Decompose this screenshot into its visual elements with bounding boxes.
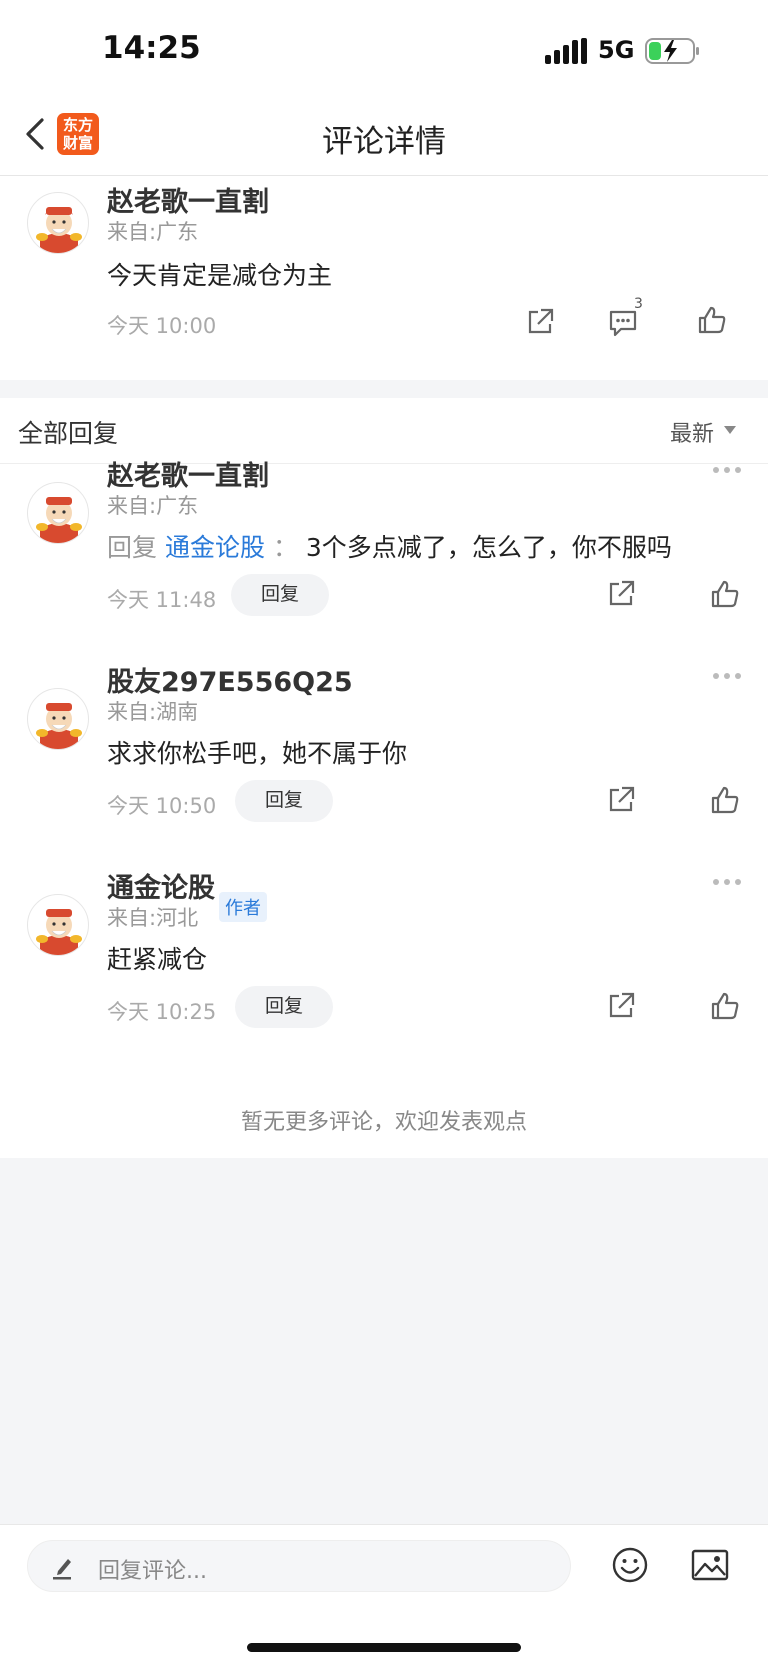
nav-header: 东方 财富 评论详情 <box>0 98 768 176</box>
reply-input[interactable]: 回复评论... <box>27 1540 571 1592</box>
page-title: 评论详情 <box>322 124 446 160</box>
reply-separator: ： <box>272 533 298 562</box>
reply-input-placeholder: 回复评论... <box>98 1559 207 1584</box>
caishen-avatar-icon <box>36 497 82 543</box>
location: 来自:广东 <box>107 494 199 518</box>
home-indicator[interactable] <box>247 1643 521 1652</box>
share-icon[interactable] <box>605 578 637 610</box>
signal-icon <box>545 38 587 64</box>
emoji-icon[interactable] <box>611 1546 649 1584</box>
like-icon[interactable] <box>709 990 741 1022</box>
comment-time: 今天 10:00 <box>107 314 217 338</box>
share-icon[interactable] <box>524 306 556 338</box>
location: 来自:湖南 <box>107 700 199 724</box>
more-options-icon[interactable] <box>712 878 742 886</box>
share-icon[interactable] <box>605 990 637 1022</box>
more-options-icon[interactable] <box>712 466 742 474</box>
reply-time: 今天 11:48 <box>107 588 217 612</box>
replies-title: 全部回复 <box>18 419 119 448</box>
username[interactable]: 股友297E556Q25 <box>107 660 353 699</box>
username[interactable]: 通金论股 <box>107 866 215 905</box>
share-icon[interactable] <box>605 784 637 816</box>
reply-button[interactable]: 回复 <box>231 574 329 616</box>
more-options-icon[interactable] <box>712 672 742 680</box>
avatar[interactable] <box>27 894 89 956</box>
username[interactable]: 赵老歌一直割 <box>107 454 269 493</box>
reply-content: 求求你松手吧，她不属于你 <box>107 739 408 768</box>
author-badge: 作者 <box>219 892 267 922</box>
status-time: 14:25 <box>102 30 201 66</box>
battery-charging-icon <box>645 38 699 64</box>
reply-prefix: 回复 <box>107 533 158 562</box>
reply-button[interactable]: 回复 <box>235 986 333 1028</box>
reply-time: 今天 10:50 <box>107 794 217 818</box>
dropdown-arrow-icon[interactable] <box>724 426 736 434</box>
avatar[interactable] <box>27 482 89 544</box>
reply-content: 回复 通金论股 ： 3个多点减了，怎么了，你不服吗 <box>107 528 672 564</box>
replies-section: 全部回复 最新 赵老歌一直割 来自:广东 回复 通金论股 ： 3个多点减了，怎么 <box>0 398 768 1158</box>
location: 来自:广东 <box>107 220 199 244</box>
caishen-avatar-icon <box>36 703 82 749</box>
reply-content: 赶紧减仓 <box>107 945 208 974</box>
reply-time: 今天 10:25 <box>107 1000 217 1024</box>
reply-to-user-link[interactable]: 通金论股 <box>165 533 265 562</box>
main-comment: 赵老歌一直割 来自:广东 今天肯定是减仓为主 今天 10:00 3 <box>0 176 768 380</box>
avatar[interactable] <box>27 688 89 750</box>
reply-button[interactable]: 回复 <box>235 780 333 822</box>
pen-icon <box>53 1559 71 1580</box>
no-more-comments-note: 暂无更多评论，欢迎发表观点 <box>240 1110 527 1135</box>
sort-dropdown[interactable]: 最新 <box>670 416 714 448</box>
caishen-avatar-icon <box>36 207 82 253</box>
network-label: 5G <box>598 36 635 64</box>
like-icon[interactable] <box>709 578 741 610</box>
status-bar: 14:25 5G <box>0 0 768 98</box>
like-icon[interactable] <box>696 304 728 336</box>
location: 来自:河北 <box>107 906 199 930</box>
like-icon[interactable] <box>709 784 741 816</box>
comment-content: 今天肯定是减仓为主 <box>107 261 333 290</box>
caishen-avatar-icon <box>36 909 82 955</box>
avatar[interactable] <box>27 192 89 254</box>
image-icon[interactable] <box>691 1548 729 1582</box>
reply-count-badge: 3 <box>634 296 643 312</box>
reply-text: 3个多点减了，怎么了，你不服吗 <box>305 533 672 562</box>
username[interactable]: 赵老歌一直割 <box>107 180 269 219</box>
